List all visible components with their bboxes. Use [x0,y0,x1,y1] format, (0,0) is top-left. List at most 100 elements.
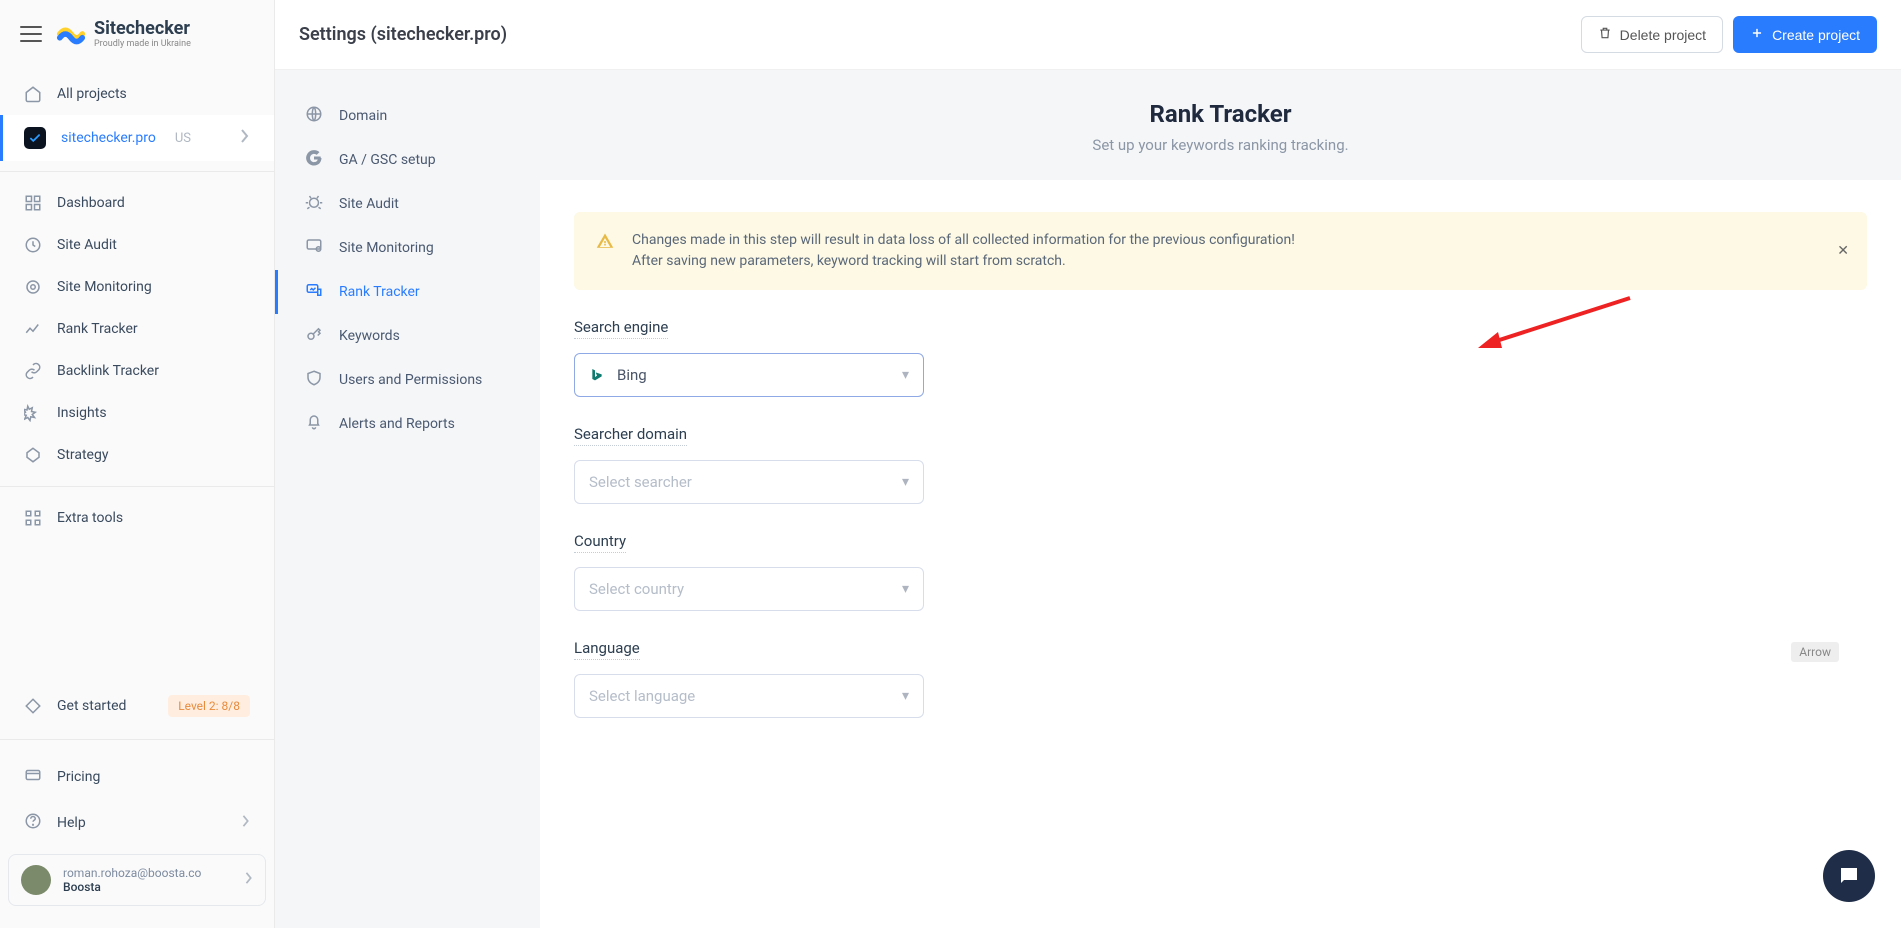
sidebar-item-dashboard[interactable]: Dashboard [0,182,274,224]
project-tag: US [175,131,191,146]
chat-icon [1837,864,1861,888]
alert-line-1: Changes made in this step will result in… [632,230,1295,251]
settings-nav-users[interactable]: Users and Permissions [275,358,540,402]
sidebar-item-extra-tools[interactable]: Extra tools [0,497,274,539]
settings-nav-label: Rank Tracker [339,284,420,300]
menu-toggle-icon[interactable] [20,26,42,42]
bell-icon [305,413,323,435]
searcher-domain-select[interactable]: Select searcher ▾ [574,460,924,504]
brand-tagline: Proudly made in Ukraine [94,39,191,49]
link-icon [24,362,42,380]
sidebar-item-project[interactable]: sitechecker.pro US [0,115,274,161]
sidebar-item-help[interactable]: Help [0,800,274,846]
insights-icon [24,404,42,422]
chat-widget-button[interactable] [1823,850,1875,902]
chevron-down-icon: ▾ [902,367,909,383]
sidebar-item-all-projects[interactable]: All projects [0,73,274,115]
searcher-domain-label: Searcher domain [574,425,687,446]
select-placeholder: Select searcher [589,473,692,491]
sidebar-item-site-audit[interactable]: Site Audit [0,224,274,266]
user-email: roman.rohoza@boosta.co [63,866,201,880]
chevron-down-icon: ▾ [902,688,909,704]
sidebar-item-site-monitoring[interactable]: Site Monitoring [0,266,274,308]
settings-nav-label: Site Audit [339,196,399,212]
help-icon [24,812,42,834]
select-placeholder: Select language [589,687,695,705]
sidebar-item-label: Strategy [57,447,108,463]
sidebar-item-label: Dashboard [57,195,125,211]
settings-nav-rank-tracker[interactable]: Rank Tracker [275,270,540,314]
tracker-icon [305,281,323,303]
alert-line-2: After saving new parameters, keyword tra… [632,251,1295,272]
settings-nav-alerts[interactable]: Alerts and Reports [275,402,540,446]
settings-nav-ga-gsc[interactable]: GA / GSC setup [275,138,540,182]
search-engine-select[interactable]: Bing ▾ [574,353,924,397]
brand-logo[interactable]: Sitechecker Proudly made in Ukraine [56,18,191,49]
brand-name: Sitechecker [94,18,191,39]
monitor-icon [305,237,323,259]
settings-nav: Domain GA / GSC setup Site Audit Site Mo… [275,70,540,928]
warning-alert: Changes made in this step will result in… [574,212,1867,290]
chevron-right-icon [240,129,250,147]
settings-nav-label: Users and Permissions [339,372,482,388]
chevron-right-icon [242,815,250,831]
strategy-icon [24,446,42,464]
project-name: sitechecker.pro [61,130,156,146]
create-project-button[interactable]: Create project [1733,16,1877,53]
sidebar-item-label: Extra tools [57,510,123,526]
select-value: Bing [617,366,647,384]
pricing-icon [24,766,42,788]
delete-project-button[interactable]: Delete project [1581,16,1723,53]
home-icon [24,85,42,103]
arrow-tag: Arrow [1791,642,1839,662]
sidebar-item-label: Insights [57,405,107,421]
sidebar-item-label: Rank Tracker [57,321,138,337]
sidebar-item-rank-tracker[interactable]: Rank Tracker [0,308,274,350]
country-select[interactable]: Select country ▾ [574,567,924,611]
chevron-right-icon [245,872,253,888]
sidebar-item-get-started[interactable]: Get started Level 2: 8/8 [0,683,274,729]
chevron-down-icon: ▾ [902,581,909,597]
sidebar-item-label: Site Audit [57,237,117,253]
sidebar-item-backlink-tracker[interactable]: Backlink Tracker [0,350,274,392]
settings-nav-keywords[interactable]: Keywords [275,314,540,358]
search-engine-label: Search engine [574,318,668,339]
shield-icon [305,369,323,391]
sidebar-item-pricing[interactable]: Pricing [0,754,274,800]
settings-nav-label: GA / GSC setup [339,152,436,168]
diamond-icon [24,697,42,715]
key-icon [305,325,323,347]
panel-subtitle: Set up your keywords ranking tracking. [560,136,1881,154]
bing-icon [589,367,605,383]
settings-nav-label: Alerts and Reports [339,416,455,432]
select-placeholder: Select country [589,580,684,598]
sidebar-item-insights[interactable]: Insights [0,392,274,434]
button-label: Create project [1772,27,1860,43]
button-label: Delete project [1620,27,1706,43]
project-icon [24,127,46,149]
sidebar-item-label: Get started [57,698,126,714]
sidebar-item-label: Help [57,815,86,831]
sidebar-item-strategy[interactable]: Strategy [0,434,274,476]
plus-icon [1750,26,1764,43]
topbar: Settings (sitechecker.pro) Delete projec… [275,0,1901,70]
settings-nav-site-monitoring[interactable]: Site Monitoring [275,226,540,270]
sidebar-item-label: Backlink Tracker [57,363,159,379]
dashboard-icon [24,194,42,212]
close-icon[interactable]: ✕ [1837,243,1849,259]
country-label: Country [574,532,626,553]
sidebar-item-label: All projects [57,86,127,102]
audit-icon [24,236,42,254]
language-select[interactable]: Select language ▾ [574,674,924,718]
globe-icon [305,105,323,127]
sidebar: Sitechecker Proudly made in Ukraine All … [0,0,275,928]
warning-icon [596,232,614,254]
settings-nav-site-audit[interactable]: Site Audit [275,182,540,226]
settings-nav-domain[interactable]: Domain [275,94,540,138]
tools-icon [24,509,42,527]
level-badge: Level 2: 8/8 [168,695,250,717]
settings-nav-label: Keywords [339,328,400,344]
sidebar-item-label: Pricing [57,769,100,785]
user-card[interactable]: roman.rohoza@boosta.co Boosta [8,854,266,906]
google-icon [305,149,323,171]
